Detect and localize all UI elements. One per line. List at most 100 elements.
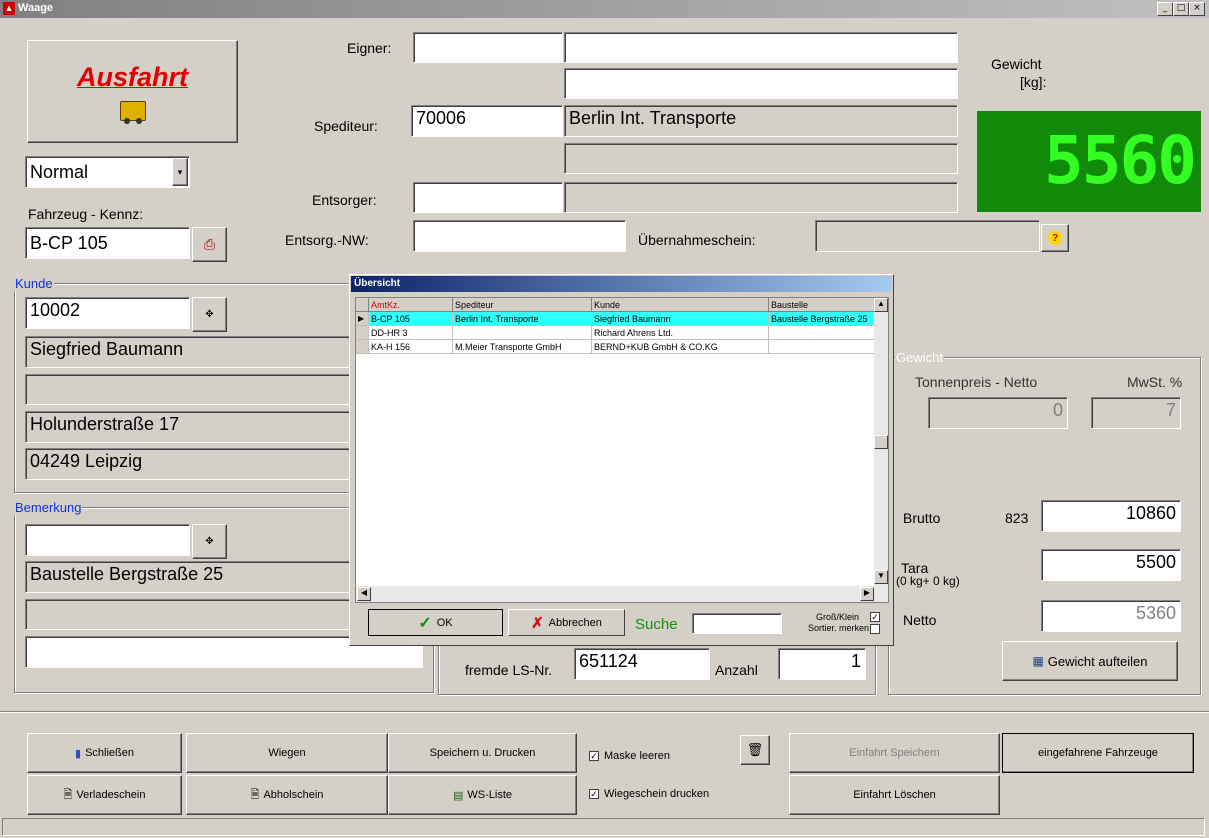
einfahrt-speichern-button[interactable]: Einfahrt Speichern bbox=[789, 733, 1000, 773]
tara-input[interactable]: 5500 bbox=[1041, 549, 1181, 581]
close-button[interactable]: × bbox=[1189, 2, 1205, 16]
spediteur-name2-field bbox=[564, 143, 958, 174]
column-header-kunde[interactable]: Kunde bbox=[591, 298, 769, 312]
table-cell: Berlin Int. Transporte bbox=[452, 311, 592, 326]
ws-liste-label: WS-Liste bbox=[467, 789, 513, 801]
vehicle-input[interactable]: B-CP 105 bbox=[25, 227, 190, 259]
spediteur-name-field: Berlin Int. Transporte bbox=[564, 105, 958, 137]
weight-display: 5560 bbox=[977, 111, 1201, 212]
kunde-street-field: Holunderstraße 17 bbox=[25, 411, 355, 443]
ausfahrt-label: Ausfahrt bbox=[76, 62, 188, 92]
column-header-amtkz[interactable]: AmtKz. bbox=[368, 298, 453, 312]
overview-grid[interactable]: AmtKz. Spediteur Kunde Baustelle ▶ B-CP … bbox=[355, 297, 889, 603]
entsorg-nw-label: Entsorg.-NW: bbox=[285, 232, 369, 248]
uebernahme-help-button[interactable]: ? bbox=[1041, 224, 1069, 252]
delete-button[interactable]: 🗑 bbox=[740, 735, 770, 765]
document-icon: 🗎 bbox=[63, 788, 73, 801]
gewicht-aufteilen-button[interactable]: ▦ Gewicht aufteilen bbox=[1002, 641, 1178, 681]
grossklein-checkbox[interactable]: ✓ bbox=[870, 612, 880, 622]
maske-leeren-check[interactable]: ✓ bbox=[589, 751, 599, 761]
ausfahrt-button[interactable]: Ausfahrt bbox=[27, 40, 238, 143]
eigner-name2-input[interactable] bbox=[564, 68, 958, 99]
eigner-code-input[interactable] bbox=[413, 32, 563, 63]
maske-leeren-checkbox[interactable]: ✓ Maske leeren bbox=[589, 750, 670, 762]
eingefahrene-label: eingefahrene Fahrzeuge bbox=[1038, 747, 1158, 759]
entsorger-code-input[interactable] bbox=[413, 182, 563, 213]
entsorger-label: Entsorger: bbox=[312, 192, 377, 208]
maske-leeren-label: Maske leeren bbox=[604, 750, 671, 762]
eigner-label: Eigner: bbox=[347, 40, 392, 56]
crosshair-icon: ✥ bbox=[205, 536, 214, 547]
vehicle-label: Fahrzeug - Kennz: bbox=[28, 206, 144, 222]
scroll-thumb[interactable] bbox=[874, 435, 888, 449]
wiegeschein-drucken-checkbox[interactable]: ✓ Wiegeschein drucken bbox=[589, 788, 709, 800]
dialog-title: Übersicht bbox=[351, 276, 892, 292]
ok-button[interactable]: ✓ OK bbox=[368, 609, 503, 636]
window-controls: _ □ × bbox=[1157, 2, 1205, 16]
abholschein-label: Abholschein bbox=[263, 789, 324, 801]
einfahrt-loeschen-button[interactable]: Einfahrt Löschen bbox=[789, 775, 1000, 815]
uebernahme-label: Übernahmeschein: bbox=[638, 232, 756, 248]
weight-display-label1: Gewicht bbox=[991, 56, 1042, 72]
ls-input[interactable]: 651124 bbox=[574, 648, 710, 680]
ws-liste-button[interactable]: ▤ WS-Liste bbox=[388, 775, 577, 815]
table-row[interactable]: KA-H 156 M.Meier Transporte GmbH BERND+K… bbox=[356, 339, 884, 354]
abholschein-button[interactable]: 🗎 Abholschein bbox=[186, 775, 388, 815]
maximize-button[interactable]: □ bbox=[1173, 2, 1189, 16]
tonnenpreis-field: 0 bbox=[928, 397, 1068, 429]
eingefahrene-button[interactable]: eingefahrene Fahrzeuge bbox=[1002, 733, 1194, 773]
sortier-checkbox[interactable] bbox=[870, 624, 880, 634]
sortier-label: Sortier. merken bbox=[808, 623, 870, 633]
table-cell: DD-HR 3 bbox=[368, 325, 453, 340]
verladeschein-label: Verladeschein bbox=[76, 789, 146, 801]
weight-display-label2: [kg]: bbox=[1020, 74, 1047, 90]
wiegeschein-drucken-check[interactable]: ✓ bbox=[589, 789, 599, 799]
bemerkung-code-input[interactable] bbox=[25, 524, 190, 556]
scroll-left-button[interactable]: ◀ bbox=[357, 587, 371, 601]
overview-table: AmtKz. Spediteur Kunde Baustelle ▶ B-CP … bbox=[356, 298, 884, 354]
kunde-lookup-button[interactable]: ✥ bbox=[192, 297, 227, 332]
minimize-button[interactable]: _ bbox=[1157, 2, 1173, 16]
help-icon: ? bbox=[1048, 231, 1062, 245]
horizontal-scrollbar[interactable]: ◀ ▶ bbox=[356, 586, 888, 602]
crosshair-icon: ✥ bbox=[205, 309, 214, 320]
table-row[interactable]: ▶ B-CP 105 Berlin Int. Transporte Siegfr… bbox=[356, 311, 884, 326]
vehicle-lookup-button[interactable]: ⎙ bbox=[192, 227, 227, 262]
suche-label: Suche bbox=[635, 616, 678, 633]
brutto-label: Brutto bbox=[903, 510, 941, 526]
suche-input[interactable] bbox=[692, 613, 782, 634]
netto-label: Netto bbox=[903, 612, 937, 628]
wiegen-button[interactable]: Wiegen bbox=[186, 733, 388, 773]
column-header-baustelle[interactable]: Baustelle bbox=[768, 298, 884, 312]
scroll-down-button[interactable]: ▼ bbox=[874, 570, 888, 584]
spediteur-code-input[interactable]: 70006 bbox=[411, 105, 563, 137]
eigner-name1-input[interactable] bbox=[564, 32, 958, 63]
scroll-up-button[interactable]: ▲ bbox=[874, 298, 888, 312]
wiegeschein-drucken-label: Wiegeschein drucken bbox=[604, 788, 710, 800]
entsorg-nw-input[interactable] bbox=[413, 220, 626, 252]
printer-icon: ⎙ bbox=[203, 236, 216, 252]
kunde-name-field: Siegfried Baumann bbox=[25, 336, 355, 368]
kunde-code-input[interactable]: 10002 bbox=[25, 297, 190, 329]
spediteur-label: Spediteur: bbox=[314, 118, 378, 134]
bemerkung-lookup-button[interactable]: ✥ bbox=[192, 524, 227, 559]
column-header-spediteur[interactable]: Spediteur bbox=[452, 298, 592, 312]
schliessen-button[interactable]: ▮ Schließen bbox=[27, 733, 182, 773]
bottom-divider bbox=[0, 711, 1209, 713]
verladeschein-button[interactable]: 🗎 Verladeschein bbox=[27, 775, 182, 815]
brutto-input[interactable]: 10860 bbox=[1041, 500, 1181, 532]
anzahl-input[interactable]: 1 bbox=[778, 648, 866, 680]
mwst-field: 7 bbox=[1091, 397, 1181, 429]
mode-select-value: Normal bbox=[30, 162, 89, 182]
vertical-scrollbar[interactable]: ▲ ▼ bbox=[874, 298, 888, 586]
speichern-drucken-button[interactable]: Speichern u. Drucken bbox=[388, 733, 577, 773]
chevron-down-icon[interactable]: ▾ bbox=[172, 158, 188, 186]
tonnenpreis-label: Tonnenpreis - Netto bbox=[915, 374, 1038, 390]
mode-select[interactable]: Normal ▾ bbox=[25, 156, 190, 188]
scroll-right-button[interactable]: ▶ bbox=[860, 587, 874, 601]
brutto-small: 823 bbox=[1005, 510, 1029, 526]
ls-label: fremde LS-Nr. bbox=[465, 662, 553, 678]
abbrechen-button[interactable]: ✗ Abbrechen bbox=[508, 609, 625, 636]
kunde-line2-field bbox=[25, 374, 355, 405]
table-row[interactable]: DD-HR 3 Richard Ahrens Ltd. bbox=[356, 325, 884, 340]
